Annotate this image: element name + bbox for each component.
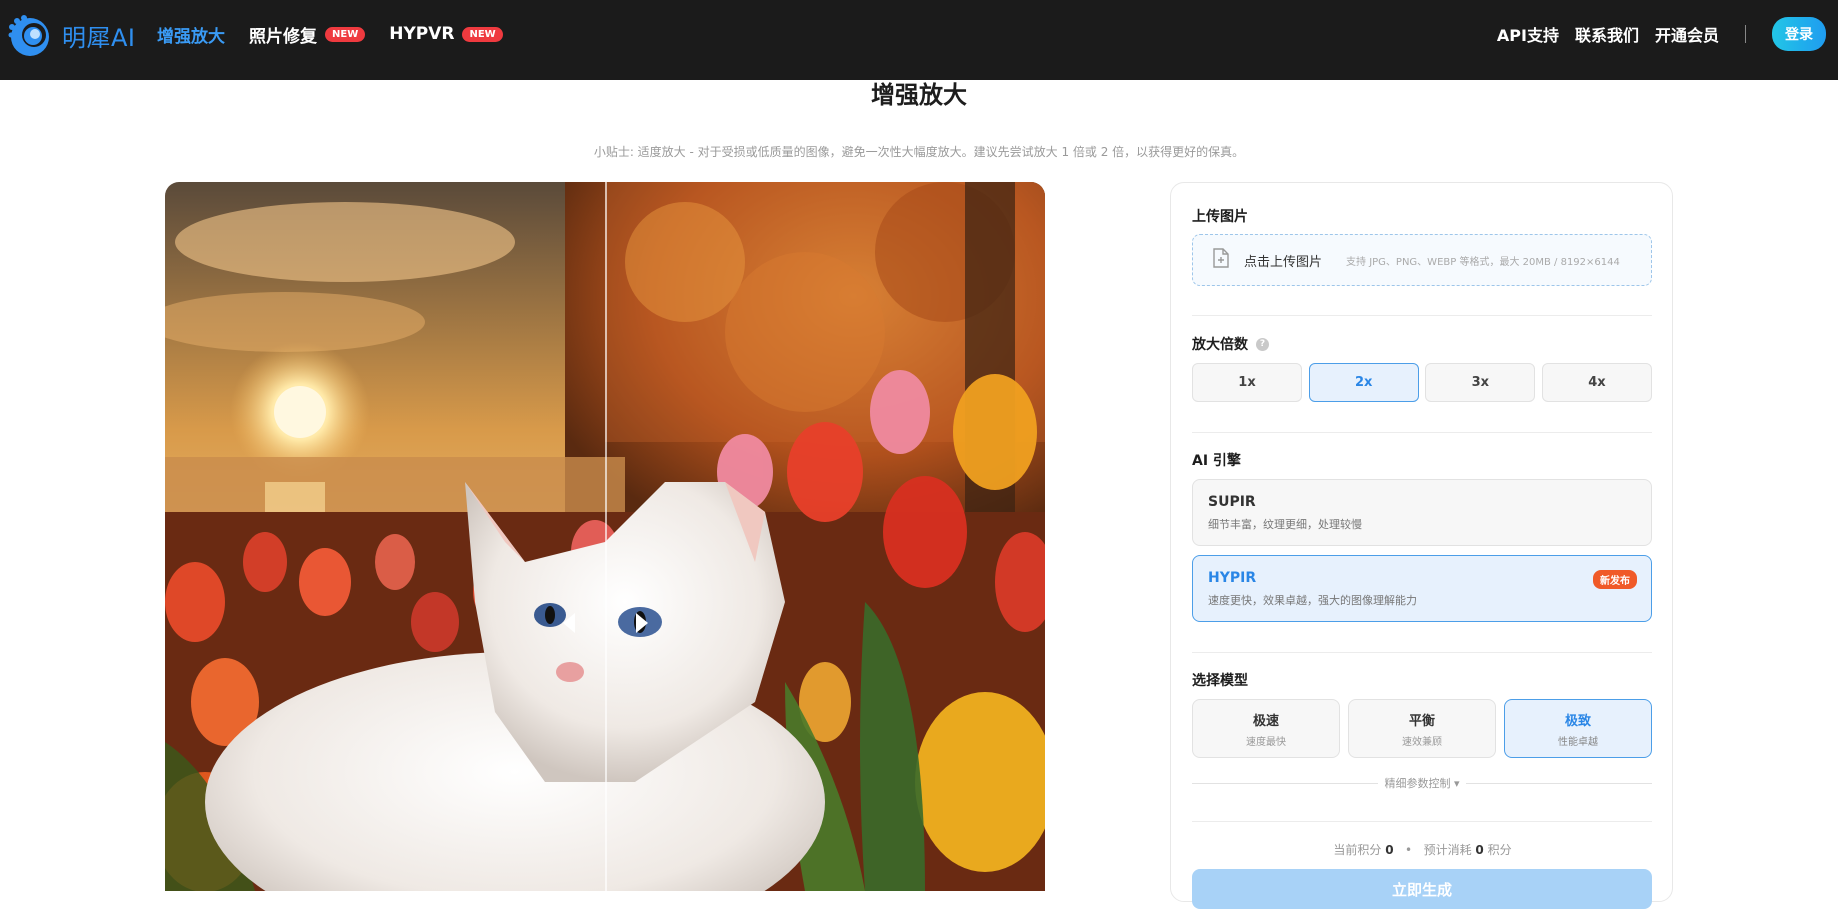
scale-option-3x[interactable]: 3x (1425, 363, 1536, 402)
nav-item-photo-restore[interactable]: 照片修复 NEW (249, 22, 366, 47)
model-name: 平衡 (1408, 713, 1435, 729)
header-divider (1745, 25, 1746, 43)
fine-control-label[interactable]: 精细参数控制 ▾ (1384, 775, 1459, 791)
cost-credits-value: 0 (1475, 843, 1484, 857)
section-divider (1192, 315, 1652, 316)
nav-item-upscale[interactable]: 增强放大 (157, 22, 225, 47)
nav-item-hypvr[interactable]: HYPVR NEW (389, 24, 503, 44)
generate-button[interactable]: 立即生成 (1192, 869, 1652, 909)
top-navigation-bar: 明犀AI 增强放大 照片修复 NEW HYPVR NEW API支持 联系我们 … (0, 0, 1838, 80)
settings-panel: 上传图片 点击上传图片 支持 JPG、PNG、WEBP 等格式，最大 20MB … (1170, 182, 1674, 909)
main-nav: 增强放大 照片修复 NEW HYPVR NEW (157, 0, 527, 68)
current-credits-value: 0 (1385, 843, 1394, 857)
scale-option-1x[interactable]: 1x (1192, 363, 1302, 402)
page-title: 增强放大 (871, 81, 967, 109)
engine-name: SUPIR (1208, 494, 1256, 510)
current-credits-label: 当前积分 (1333, 843, 1382, 857)
tip-text: 小贴士: 适度放大 - 对于受损或低质量的图像，避免一次性大幅度放大。建议先尝试… (593, 145, 1245, 159)
caret-down-icon: ▾ (1453, 777, 1460, 790)
nav-item-label: 照片修复 (249, 26, 317, 47)
cost-credits-label: 预计消耗 (1423, 843, 1472, 857)
compare-handle-right-arrow-icon[interactable] (636, 613, 648, 633)
upload-button-label: 点击上传图片 (1244, 254, 1323, 270)
scale-option-4x[interactable]: 4x (1541, 363, 1652, 402)
new-badge: NEW (462, 26, 503, 42)
image-compare-viewer[interactable] (165, 182, 1045, 891)
upload-section-label: 上传图片 (1192, 206, 1248, 226)
divider-line (1465, 782, 1652, 784)
upload-section-title: 上传图片 (1192, 209, 1248, 225)
credits-summary: 当前积分 0 • 预计消耗 0 积分 (1171, 841, 1674, 858)
new-release-badge: 新发布 (1593, 570, 1637, 589)
cost-credits-unit: 积分 (1487, 843, 1512, 857)
section-divider (1192, 652, 1652, 653)
model-option-ultimate[interactable]: 极致 性能卓越 (1504, 699, 1652, 758)
scale-options: 1x 2x 3x 4x (1192, 363, 1652, 402)
engine-section-title: AI 引擎 (1192, 453, 1241, 469)
login-button[interactable]: 登录 (1772, 17, 1826, 51)
membership-link[interactable]: 开通会员 (1655, 22, 1719, 46)
model-name: 极速 (1252, 713, 1279, 729)
model-section-title: 选择模型 (1192, 673, 1248, 689)
contact-us-link[interactable]: 联系我们 (1575, 22, 1639, 46)
engine-name: HYPIR (1208, 570, 1257, 586)
nav-item-label: 增强放大 (157, 26, 225, 47)
scale-option-2x[interactable]: 2x (1308, 363, 1419, 402)
section-divider (1192, 821, 1652, 822)
engine-option-hypir[interactable]: HYPIR 速度更快，效果卓越，强大的图像理解能力 新发布 (1192, 555, 1652, 622)
logo-text: 明犀AI (62, 23, 136, 52)
section-divider (1192, 432, 1652, 433)
model-desc: 速度最快 (1246, 736, 1286, 748)
nav-item-label: HYPVR (389, 24, 455, 44)
fine-control-text: 精细参数控制 (1384, 777, 1451, 790)
model-desc: 性能卓越 (1558, 736, 1598, 748)
scale-section-title: 放大倍数 (1192, 337, 1248, 353)
help-icon[interactable]: ? (1256, 337, 1269, 351)
scale-section-label: 放大倍数 ? (1192, 334, 1269, 354)
model-option-fast[interactable]: 极速 速度最快 (1192, 699, 1340, 758)
file-add-icon (1212, 248, 1230, 272)
compare-handle-left-arrow-icon[interactable] (563, 613, 575, 633)
new-badge: NEW (325, 26, 366, 42)
fine-control-toggle[interactable]: 精细参数控制 ▾ (1192, 775, 1652, 791)
header-right: API支持 联系我们 开通会员 登录 (1481, 0, 1838, 68)
api-support-link[interactable]: API支持 (1497, 22, 1559, 46)
model-options: 极速 速度最快 平衡 速效兼顾 极致 性能卓越 (1192, 699, 1652, 758)
credits-separator: • (1405, 843, 1413, 857)
model-section-label: 选择模型 (1192, 670, 1248, 690)
model-desc: 速效兼顾 (1402, 736, 1442, 748)
upload-dropzone[interactable]: 点击上传图片 支持 JPG、PNG、WEBP 等格式，最大 20MB / 819… (1192, 234, 1652, 286)
divider-line (1192, 782, 1379, 784)
engine-section-label: AI 引擎 (1192, 450, 1241, 470)
upload-hint: 支持 JPG、PNG、WEBP 等格式，最大 20MB / 8192×6144 (1346, 256, 1620, 268)
model-name: 极致 (1564, 713, 1591, 729)
engine-desc: 速度更快，效果卓越，强大的图像理解能力 (1208, 594, 1417, 607)
model-option-balanced[interactable]: 平衡 速效兼顾 (1348, 699, 1496, 758)
compare-divider[interactable] (605, 182, 607, 891)
engine-option-supir[interactable]: SUPIR 细节丰富，纹理更细，处理较慢 (1192, 479, 1652, 546)
logo[interactable]: 明犀AI (6, 13, 136, 57)
engine-desc: 细节丰富，纹理更细，处理较慢 (1208, 518, 1362, 531)
logo-icon (6, 13, 50, 57)
